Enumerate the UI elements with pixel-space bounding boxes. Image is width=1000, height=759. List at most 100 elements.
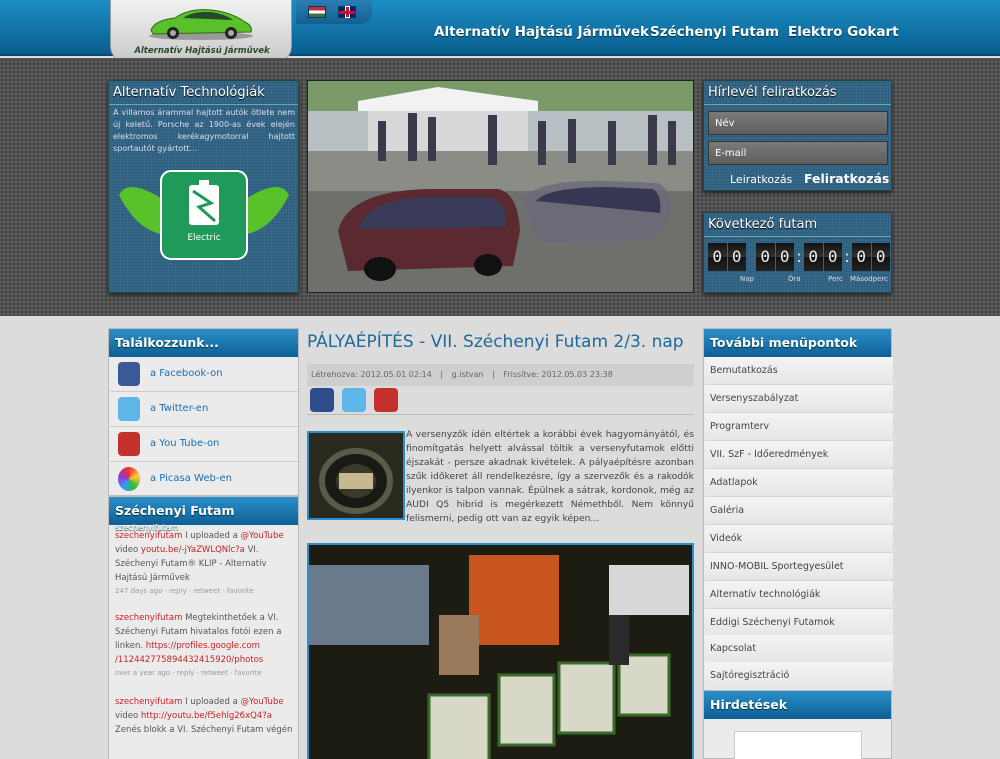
twitter-link[interactable]: a Twitter-en — [110, 392, 298, 427]
tweet-mention[interactable]: @YouTube — [241, 697, 284, 707]
newsletter-title: Hírlevél feliratkozás — [704, 81, 891, 105]
menu-item[interactable]: INNO-MOBIL Sportegyesület — [705, 553, 893, 581]
solar-car-race-photo — [308, 81, 693, 292]
picasa-link[interactable]: a Picasa Web-en — [110, 462, 298, 497]
ads-panel: Hirdetések — [703, 690, 892, 759]
tweet-mention[interactable]: @YouTube — [241, 531, 284, 541]
ads-title: Hirdetések — [704, 691, 891, 719]
more-menu-panel: További menüpontok Bemutatkozás Versenys… — [703, 328, 893, 690]
tweet-item: szechenyifutam Megtekinthetőek a VI. Szé… — [115, 611, 293, 679]
menu-item[interactable]: Alternatív technológiák — [705, 581, 893, 609]
newsletter-email-input[interactable]: E-mail — [708, 141, 888, 165]
nav-szechenyi-futam[interactable]: Széchenyi Futam — [650, 24, 779, 40]
night-setup-photo — [309, 545, 692, 759]
english-flag-icon[interactable] — [338, 6, 356, 18]
article-thumbnail[interactable] — [307, 431, 405, 520]
facebook-link[interactable]: a Facebook-on — [110, 357, 298, 392]
tweet-text: video — [115, 545, 141, 555]
countdown-days-label: Nap — [740, 275, 754, 283]
electric-badge-label: Electric — [187, 233, 221, 243]
countdown-seconds-label: Másodperc — [850, 275, 889, 283]
youtube-share-icon[interactable] — [374, 388, 398, 412]
tweet-text: I uploaded a — [182, 697, 241, 707]
nav-alternativ-hajtasu[interactable]: Alternatív Hajtású Járművek — [434, 24, 649, 40]
hungarian-flag-icon[interactable] — [308, 6, 326, 18]
site-logo[interactable]: Alternatív Hajtású Járművek — [110, 0, 292, 64]
alt-tech-title: Alternatív Technológiák — [109, 81, 298, 105]
tweet-meta[interactable]: 247 days ago · reply · retweet · favorit… — [115, 585, 293, 597]
next-race-box: Következő futam 0 0 0 0 : 0 0 : 0 0 Nap … — [703, 212, 892, 293]
menu-item[interactable]: VII. SzF - Időeredmények — [705, 441, 893, 469]
next-race-title: Következő futam — [704, 213, 891, 237]
twitter-share-icon[interactable] — [342, 388, 366, 412]
youtube-link-label: a You Tube-on — [150, 438, 220, 449]
tweet-text: Zenés blokk a VI. Széchenyi Futam végén — [115, 725, 293, 735]
menu-item[interactable]: Adatlapok — [705, 469, 893, 497]
tweet-item: szechenyifutam I uploaded a @YouTube vid… — [115, 695, 293, 737]
menu-item[interactable]: Videók — [705, 525, 893, 553]
tweet-text: video — [115, 711, 141, 721]
facebook-link-label: a Facebook-on — [150, 368, 223, 379]
newsletter-box: Hírlevél feliratkozás Név E-mail Leiratk… — [703, 80, 892, 191]
meet-us-title: Találkozzunk... — [109, 329, 298, 357]
article-body: A versenyzők idén eltértek a korábbi éve… — [406, 429, 694, 524]
countdown-digit: 0 — [727, 243, 746, 271]
countdown-digit: 0 — [804, 243, 823, 271]
green-car-logo-icon — [149, 9, 253, 40]
article-main-image[interactable] — [307, 543, 694, 759]
article-title[interactable]: PÁLYAÉPÍTÉS - VII. Széchenyi Futam 2/3. … — [307, 332, 684, 352]
facebook-icon — [118, 362, 140, 386]
picasa-link-label: a Picasa Web-en — [150, 473, 232, 484]
tire-photo — [309, 433, 403, 518]
countdown-digit: 0 — [852, 243, 871, 271]
article-author: g.istvan — [451, 370, 484, 379]
article-created: Létrehozva: 2012.05.01 02:14 — [311, 370, 432, 379]
language-switcher — [296, 0, 372, 24]
countdown-timer: 0 0 0 0 : 0 0 : 0 0 — [708, 243, 890, 271]
hero-slideshow-image[interactable] — [307, 80, 694, 293]
tweet-item: szechenyifutam I uploaded a @YouTube vid… — [115, 529, 293, 597]
menu-item[interactable]: Versenyszabályzat — [705, 385, 893, 413]
countdown-digit: 0 — [708, 243, 727, 271]
ad-placeholder[interactable] — [734, 731, 862, 759]
countdown-hours-label: Óra — [788, 275, 801, 283]
nav-elektro-gokart[interactable]: Elektro Gokart — [788, 24, 899, 40]
twitter-feed-title-text: Széchenyi Futam — [115, 503, 235, 518]
youtube-icon — [118, 432, 140, 456]
newsletter-name-input[interactable]: Név — [708, 111, 888, 135]
tweet-user[interactable]: szechenyifutam — [115, 613, 182, 623]
twitter-link-label: a Twitter-en — [150, 403, 209, 414]
twitter-feed-title: Széchenyi Futam szechenyifutam — [109, 497, 298, 532]
menu-item[interactable]: Bemutatkozás — [705, 357, 893, 385]
tweet-user[interactable]: szechenyifutam — [115, 697, 182, 707]
electric-battery-icon — [119, 170, 289, 260]
menu-item[interactable]: Eddigi Széchenyi Futamok — [705, 609, 893, 637]
menu-item[interactable]: Kapcsolat — [705, 635, 893, 663]
tweet-link[interactable]: http://youtu.be/f5ehlg26xQ4?a — [141, 711, 272, 721]
countdown-digit: 0 — [775, 243, 794, 271]
twitter-feed-panel: Széchenyi Futam szechenyifutam szechenyi… — [108, 496, 299, 759]
countdown-digit: 0 — [756, 243, 775, 271]
divider — [307, 414, 694, 415]
alt-tech-box[interactable]: Alternatív Technológiák A villamos áramm… — [108, 80, 299, 293]
menu-item[interactable]: Programterv — [705, 413, 893, 441]
meet-us-panel: Találkozzunk... a Facebook-on a Twitter-… — [108, 328, 299, 496]
subscribe-button[interactable]: Feliratkozás — [804, 171, 889, 186]
youtube-link[interactable]: a You Tube-on — [110, 427, 298, 462]
alt-tech-text: A villamos árammal hajtott autók ötlete … — [113, 108, 295, 153]
menu-item[interactable]: Galéria — [705, 497, 893, 525]
tweet-user[interactable]: szechenyifutam — [115, 531, 182, 541]
unsubscribe-link[interactable]: Leiratkozás — [730, 173, 792, 186]
article-meta: Létrehozva: 2012.05.01 02:14 | g.istvan … — [307, 364, 694, 386]
menu-item[interactable]: Sajtóregisztráció — [705, 662, 893, 690]
picasa-icon — [118, 467, 140, 491]
twitter-icon — [118, 397, 140, 421]
tweet-meta[interactable]: over a year ago · reply · retweet · favo… — [115, 667, 293, 679]
tweet-link[interactable]: youtu.be/-jYaZWLQNlc?a — [141, 545, 245, 555]
tweet-text: I uploaded a — [182, 531, 241, 541]
article-updated: Frissítve: 2012.05.03 23:38 — [503, 370, 613, 379]
countdown-minutes-label: Perc — [828, 275, 843, 283]
countdown-digit: 0 — [823, 243, 842, 271]
more-menu-title: További menüpontok — [704, 329, 891, 357]
facebook-share-icon[interactable] — [310, 388, 334, 412]
